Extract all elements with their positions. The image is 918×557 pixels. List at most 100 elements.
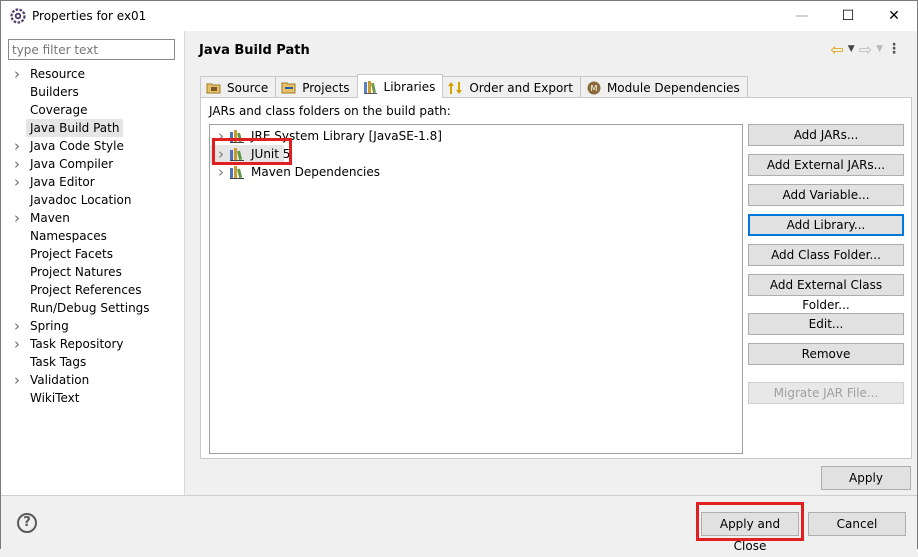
page-nav-toolbar: ⇦ ▼ ⇨ ▼ ⋮	[830, 39, 901, 59]
library-entry-label: Maven Dependencies	[251, 165, 381, 179]
nav-tree-item-label: Java Build Path	[26, 119, 124, 137]
nav-tree-item[interactable]: Javadoc Location	[1, 191, 185, 209]
nav-tree-item-label: Javadoc Location	[30, 193, 132, 207]
libraries-description: JARs and class folders on the build path…	[209, 104, 451, 118]
add-external-class-folder-button[interactable]: Add External Class Folder...	[748, 274, 904, 312]
chevron-right-icon[interactable]: ›	[14, 65, 24, 83]
nav-tree-item-label: Project References	[30, 283, 142, 297]
tab-libraries[interactable]: Libraries	[356, 74, 444, 98]
window-title: Properties for ex01	[32, 9, 147, 23]
nav-tree-item-label: Spring	[30, 319, 69, 333]
help-icon[interactable]: ?	[17, 513, 37, 533]
tab-module-dependencies[interactable]: M Module Dependencies	[579, 76, 748, 98]
libraries-tree[interactable]: › JRE System Library [JavaSE-1.8] › JUnit 5…	[209, 124, 743, 454]
nav-tree-item[interactable]: Project Natures	[1, 263, 185, 281]
nav-tree-item-label: Resource	[30, 67, 86, 81]
build-path-tabs: Source Projects Libraries Order and Export M…	[200, 74, 748, 98]
nav-tree-item[interactable]: Task Tags	[1, 353, 185, 371]
nav-tree-item[interactable]: Project References	[1, 281, 185, 299]
back-dropdown-icon[interactable]: ▼	[848, 44, 855, 54]
nav-tree-item[interactable]: › Task Repository	[1, 335, 185, 353]
order-export-icon	[448, 80, 464, 96]
tab-label: Module Dependencies	[606, 80, 740, 95]
nav-tree-item-label: Builders	[30, 85, 79, 99]
chevron-right-icon[interactable]: ›	[14, 155, 24, 173]
nav-tree-item[interactable]: Builders	[1, 83, 185, 101]
view-menu-icon[interactable]: ⋮	[887, 41, 901, 57]
filter-input[interactable]	[8, 39, 175, 60]
nav-tree-item[interactable]: Coverage	[1, 101, 185, 119]
tab-label: Order and Export	[469, 80, 573, 95]
nav-tree-item[interactable]: › Resource	[1, 65, 185, 83]
tab-label: Projects	[302, 80, 350, 95]
add-library-button[interactable]: Add Library...	[748, 214, 904, 236]
add-external-jars-button[interactable]: Add External JARs...	[748, 154, 904, 176]
library-entry[interactable]: › JRE System Library [JavaSE-1.8]	[210, 127, 510, 145]
chevron-right-icon[interactable]: ›	[14, 209, 24, 227]
nav-tree-item[interactable]: Run/Debug Settings	[1, 299, 185, 317]
chevron-right-icon[interactable]: ›	[14, 335, 24, 353]
maximize-button[interactable]: ☐	[825, 1, 871, 31]
svg-text:M: M	[591, 84, 598, 93]
apply-button[interactable]: Apply	[821, 466, 911, 490]
tab-source[interactable]: Source	[200, 76, 277, 98]
remove-button[interactable]: Remove	[748, 343, 904, 365]
nav-tree-item-label: Validation	[30, 373, 90, 387]
chevron-right-icon[interactable]: ›	[14, 137, 24, 155]
nav-tree-item[interactable]: › Maven	[1, 209, 185, 227]
nav-tree-item-label: Task Repository	[30, 337, 124, 351]
tab-label: Source	[227, 80, 269, 95]
chevron-right-icon[interactable]: ›	[218, 163, 224, 181]
library-entry-label: JUnit 5	[251, 147, 291, 161]
add-jars-button[interactable]: Add JARs...	[748, 124, 904, 146]
property-pages-pane: › Resource Builders Coverage Java Build Path…	[1, 31, 185, 495]
forward-dropdown-icon[interactable]: ▼	[876, 44, 883, 54]
edit-button[interactable]: Edit...	[748, 313, 904, 335]
nav-tree-item[interactable]: › Validation	[1, 371, 185, 389]
back-arrow-icon[interactable]: ⇦	[830, 40, 843, 59]
nav-tree-item[interactable]: Project Facets	[1, 245, 185, 263]
nav-tree-item[interactable]: Java Build Path	[1, 119, 185, 137]
chevron-right-icon[interactable]: ›	[218, 127, 224, 145]
close-button[interactable]: ✕	[871, 1, 917, 31]
nav-tree-item[interactable]: › Java Code Style	[1, 137, 185, 155]
libraries-icon	[363, 79, 379, 95]
minimize-button[interactable]: —	[779, 1, 825, 31]
nav-tree-item-label: Java Compiler	[30, 157, 114, 171]
tab-projects[interactable]: Projects	[275, 76, 358, 98]
properties-dialog: Properties for ex01 — ☐ ✕ › Resource Build…	[0, 0, 918, 553]
page-header: Java Build Path ⇦ ▼ ⇨ ▼ ⋮	[187, 31, 917, 67]
page-title: Java Build Path	[199, 43, 310, 58]
cancel-button[interactable]: Cancel	[808, 512, 906, 536]
nav-tree-item-label: Coverage	[30, 103, 88, 117]
tab-label: Libraries	[383, 79, 436, 94]
eclipse-gear-icon	[10, 8, 26, 24]
library-icon	[230, 129, 246, 143]
source-folder-icon	[206, 80, 222, 96]
chevron-right-icon[interactable]: ›	[14, 173, 24, 191]
chevron-right-icon[interactable]: ›	[14, 317, 24, 335]
nav-tree-item-label: Namespaces	[30, 229, 107, 243]
nav-tree-item[interactable]: WikiText	[1, 389, 185, 407]
chevron-right-icon[interactable]: ›	[218, 145, 224, 163]
library-icon	[230, 165, 246, 179]
nav-tree-item-label: Java Editor	[30, 175, 95, 189]
nav-tree-item[interactable]: › Java Editor	[1, 173, 185, 191]
nav-tree-item-label: Project Natures	[30, 265, 122, 279]
tab-order-and-export[interactable]: Order and Export	[442, 76, 581, 98]
add-class-folder-button[interactable]: Add Class Folder...	[748, 244, 904, 266]
nav-tree-item[interactable]: Namespaces	[1, 227, 185, 245]
forward-arrow-icon[interactable]: ⇨	[859, 40, 872, 59]
library-entry[interactable]: › JUnit 5	[210, 145, 290, 163]
nav-tree-item-label: WikiText	[30, 391, 80, 405]
nav-tree-item[interactable]: › Java Compiler	[1, 155, 185, 173]
migrate-jar-button[interactable]: Migrate JAR File...	[748, 382, 904, 404]
nav-tree-item[interactable]: › Spring	[1, 317, 185, 335]
projects-icon	[281, 80, 297, 96]
library-icon	[230, 147, 246, 161]
module-icon: M	[586, 80, 602, 96]
library-entry[interactable]: › Maven Dependencies	[210, 163, 510, 181]
add-variable-button[interactable]: Add Variable...	[748, 184, 904, 206]
apply-and-close-button[interactable]: Apply and Close	[701, 512, 799, 553]
chevron-right-icon[interactable]: ›	[14, 371, 24, 389]
